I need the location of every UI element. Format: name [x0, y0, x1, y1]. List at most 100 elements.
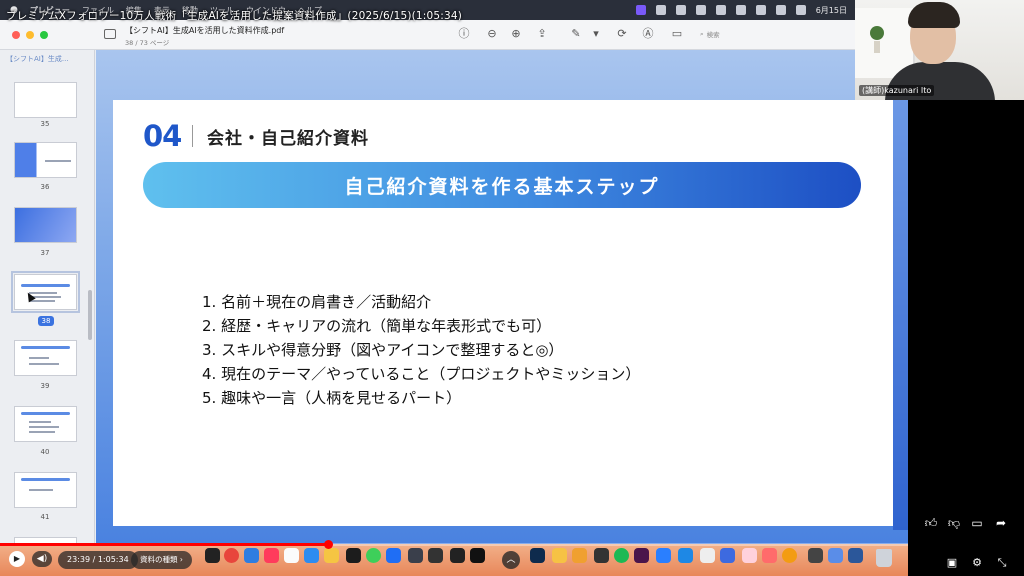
- volume-icon[interactable]: ◀): [32, 551, 52, 567]
- dock-app-icon[interactable]: [205, 548, 220, 563]
- rotate-icon[interactable]: ⟳: [616, 28, 628, 40]
- dock-app-icon[interactable]: [742, 548, 757, 563]
- slide-page: 04 会社・自己紹介資料 自己紹介資料を作る基本ステップ 1. 名前＋現在の肩書…: [113, 100, 893, 526]
- chevron-down-icon[interactable]: ▾: [590, 28, 602, 40]
- form-fill-icon[interactable]: ▭: [671, 28, 683, 40]
- dock-terminal-icon[interactable]: [346, 548, 361, 563]
- annotate-icon[interactable]: Ⓐ: [642, 28, 654, 40]
- page-thumbnail[interactable]: [14, 406, 77, 442]
- dock-line-icon[interactable]: [366, 548, 381, 563]
- close-window-icon[interactable]: [12, 31, 20, 39]
- minimize-window-icon[interactable]: [26, 31, 34, 39]
- page-indicator: 38 / 73 ページ: [125, 39, 170, 47]
- search-placeholder: 検索: [706, 31, 720, 39]
- chapter-button[interactable]: 資料の種類 ›: [131, 551, 192, 569]
- video-duration: 1:05:34: [97, 555, 129, 564]
- dock-app-icon[interactable]: [700, 548, 715, 563]
- thumbnail-sidebar: 【シフトAI】生成... 35 36 37 38 39 40 41: [0, 50, 95, 544]
- share-video-icon[interactable]: ➦: [993, 515, 1009, 531]
- dock-app-icon[interactable]: [408, 548, 423, 563]
- dock-app-icon[interactable]: [428, 548, 443, 563]
- page-number: 39: [40, 382, 50, 390]
- play-button[interactable]: ▶: [9, 551, 25, 567]
- info-icon[interactable]: ⓘ: [458, 28, 470, 40]
- dock-slack-icon[interactable]: [634, 548, 649, 563]
- slide-step-list: 1. 名前＋現在の肩書き／活動紹介 2. 経歴・キャリアの流れ（簡単な年表形式で…: [202, 290, 640, 410]
- dock-app-icon[interactable]: [656, 548, 671, 563]
- dock-app-icon[interactable]: [848, 548, 863, 563]
- slide-edge-decoration: [893, 90, 908, 530]
- control-center-icon[interactable]: [795, 5, 806, 15]
- bluetooth-icon[interactable]: [655, 5, 666, 15]
- document-title: 【シフトAI】生成AIを活用した資料作成.pdf: [125, 26, 285, 35]
- thumbnail-line: [29, 489, 53, 491]
- dock-app-icon[interactable]: [720, 548, 735, 563]
- comment-icon[interactable]: ▭: [969, 515, 985, 531]
- dock-app-icon[interactable]: [450, 548, 465, 563]
- page-thumbnail[interactable]: [14, 472, 77, 508]
- search-menu-icon[interactable]: [775, 5, 786, 15]
- dock-spotify-icon[interactable]: [614, 548, 629, 563]
- dock-app-icon[interactable]: [552, 548, 567, 563]
- thumbnail-line: [29, 421, 51, 423]
- menu-clock[interactable]: 6月15日: [816, 5, 847, 16]
- dock-app-icon[interactable]: [386, 548, 401, 563]
- page-thumbnail[interactable]: [14, 207, 77, 243]
- battery-icon[interactable]: [735, 5, 746, 15]
- video-progress-handle[interactable]: [323, 540, 333, 549]
- page-thumbnail[interactable]: [14, 82, 77, 118]
- dock-app-icon[interactable]: [572, 548, 587, 563]
- dock-photoshop-icon[interactable]: [530, 548, 545, 563]
- video-title: プレミアムXフォロワー10万人戦術「生成AIを活用した提案資料作成」(2025/…: [6, 10, 463, 22]
- page-thumbnail-selected[interactable]: [11, 271, 80, 313]
- zoom-window-icon[interactable]: [40, 31, 48, 39]
- search-field[interactable]: ⌕ 検索: [700, 27, 760, 41]
- dock-appstore-icon[interactable]: [304, 548, 319, 563]
- dock-app-icon[interactable]: [244, 548, 259, 563]
- page-thumbnail[interactable]: [14, 142, 77, 178]
- window-icon[interactable]: [715, 5, 726, 15]
- dock-app-icon[interactable]: [284, 548, 299, 563]
- chevron-up-icon[interactable]: ︿: [502, 551, 520, 569]
- captions-icon[interactable]: ▣: [944, 555, 960, 571]
- dock-app-icon[interactable]: [828, 548, 843, 563]
- page-thumbnail[interactable]: [14, 340, 77, 376]
- slide-heading-divider: [192, 125, 193, 147]
- share-icon[interactable]: ⇪: [536, 28, 548, 40]
- app-status-icon[interactable]: [675, 5, 686, 15]
- sidebar-scrollbar[interactable]: [88, 290, 92, 340]
- plant-icon: [870, 26, 884, 53]
- screen: ● プレビュー ファイル 編集 表示 移動 ツール ウインドウ ヘルプ 6月15…: [0, 0, 1024, 576]
- screen-record-icon[interactable]: [635, 5, 646, 15]
- thumbnail-line: [29, 300, 55, 302]
- markup-pen-icon[interactable]: ✎: [570, 28, 582, 40]
- slide-banner-text: 自己紹介資料を作る基本ステップ: [344, 175, 660, 198]
- like-icon[interactable]: 👍︎: [923, 515, 939, 531]
- wifi-icon[interactable]: [755, 5, 766, 15]
- sidebar-document-label: 【シフトAI】生成...: [6, 55, 69, 63]
- thumbnail-line: [29, 426, 59, 428]
- zoom-out-icon[interactable]: ⊖: [486, 28, 498, 40]
- dock-chrome-icon[interactable]: [224, 548, 239, 563]
- page-number: 41: [40, 513, 50, 521]
- dock-unity-icon[interactable]: [470, 548, 485, 563]
- video-progress-bar[interactable]: [0, 540, 908, 549]
- dislike-icon[interactable]: 👎︎: [946, 515, 962, 531]
- time-display: 23:39 / 1:05:34: [58, 551, 138, 569]
- dock-app-icon[interactable]: [324, 548, 339, 563]
- zoom-in-icon[interactable]: ⊕: [510, 28, 522, 40]
- trash-icon[interactable]: [876, 549, 892, 567]
- dock-app-icon[interactable]: [594, 548, 609, 563]
- dock-app-icon[interactable]: [808, 548, 823, 563]
- slide-step: 1. 名前＋現在の肩書き／活動紹介: [202, 293, 432, 311]
- settings-gear-icon[interactable]: ⚙: [969, 555, 985, 571]
- sidebar-toggle-icon[interactable]: [104, 29, 116, 39]
- dock-app-icon[interactable]: [762, 548, 777, 563]
- dock-app-icon[interactable]: [782, 548, 797, 563]
- notion-icon[interactable]: [695, 5, 706, 15]
- dock-music-icon[interactable]: [264, 548, 279, 563]
- page-number: 37: [40, 249, 50, 257]
- dock-app-icon[interactable]: [678, 548, 693, 563]
- exit-fullscreen-icon[interactable]: ⤡: [994, 555, 1010, 571]
- page-number: 40: [40, 448, 50, 456]
